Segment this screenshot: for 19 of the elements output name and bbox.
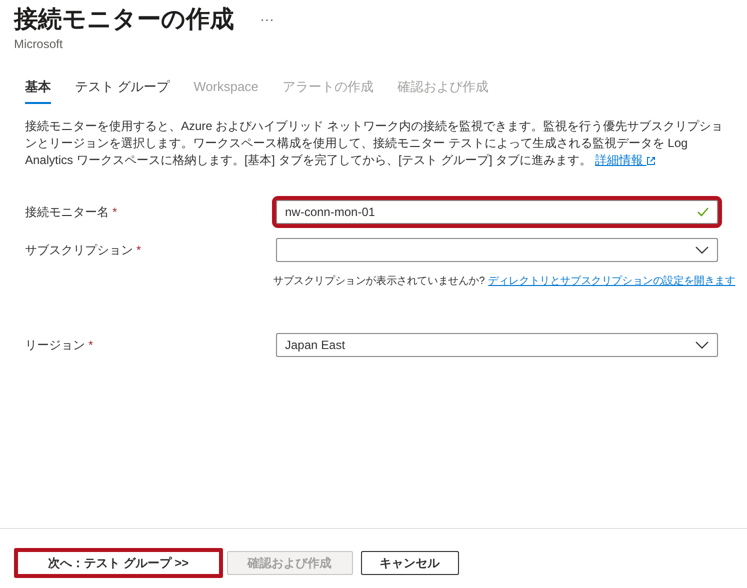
- action-button[interactable]: キャンセル: [360, 551, 459, 575]
- page-title: 接続モニターの作成: [14, 5, 234, 35]
- field-label: リージョン *: [25, 336, 94, 354]
- learn-more-link[interactable]: 詳細情報: [595, 153, 656, 168]
- dropdown-field[interactable]: [276, 238, 718, 262]
- help-text: サブスクリプションが表示されていませんか?: [273, 274, 484, 289]
- chevron-down-icon: [695, 340, 709, 349]
- dropdown-field[interactable]: Japan East: [276, 332, 718, 357]
- field-label: 接続モニター名 *: [25, 204, 118, 221]
- external-link-icon: [646, 156, 656, 166]
- chevron-down-icon: [695, 246, 709, 254]
- field-label: サブスクリプション *: [25, 242, 142, 259]
- tab[interactable]: テスト グループ: [75, 77, 170, 104]
- tab[interactable]: 基本: [25, 77, 51, 104]
- publisher-text: Microsoft: [14, 36, 64, 54]
- action-button[interactable]: 次へ：テスト グループ >>: [14, 548, 223, 578]
- settings-link[interactable]: ディレクトリとサブスクリプションの設定を開きます: [488, 274, 736, 290]
- description-text: 接続モニターを使用すると、Azure およびハイブリッド ネットワーク内の接続を監視できます。監視を行う優先サブスクリプションとリージョンを選択します。ワークスペース構成を使用して、接続モニター テストによって生成される監視データを Log Analytics ワークスペースに格納します。[基本] タブを完了してから、[テスト グループ] タブに進みます。 詳細情報: [25, 118, 724, 170]
- more-menu[interactable]: ···: [260, 9, 274, 30]
